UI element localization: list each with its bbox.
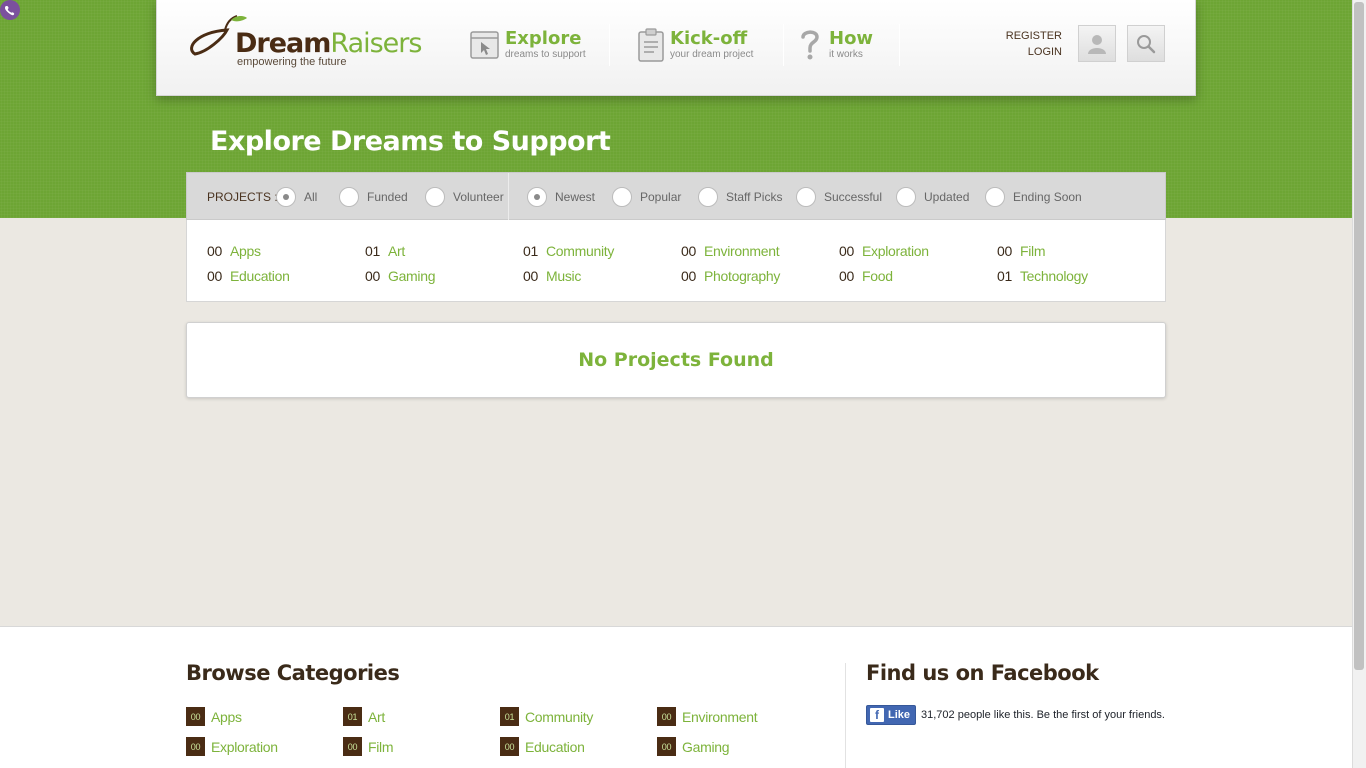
sort-successful-radio[interactable]: Successful — [796, 187, 882, 207]
nav-how[interactable]: How it works — [800, 28, 890, 68]
projects-filter-label: PROJECTS : — [207, 190, 278, 204]
sort-newest-radio[interactable]: Newest — [527, 187, 595, 207]
radio-unchecked-icon — [796, 187, 816, 207]
viber-icon[interactable] — [0, 0, 20, 20]
project-filter-bar: PROJECTS : All Funded Volunteer Newest P… — [186, 172, 1166, 220]
radio-unchecked-icon — [698, 187, 718, 207]
footer-divider — [845, 663, 846, 768]
filter-divider — [508, 173, 509, 220]
radio-unchecked-icon — [612, 187, 632, 207]
logo-raisers-text: Raisers — [330, 28, 422, 59]
nav-separator — [899, 24, 900, 66]
radio-unchecked-icon — [339, 187, 359, 207]
radio-unchecked-icon — [425, 187, 445, 207]
search-icon — [1137, 34, 1156, 53]
no-projects-panel: No Projects Found — [186, 322, 1166, 398]
radio-checked-icon — [527, 187, 547, 207]
sort-staff-picks-radio[interactable]: Staff Picks — [698, 187, 782, 207]
facebook-like-count: 31,702 people like this. Be the first of… — [921, 709, 1165, 721]
facebook-like-button[interactable]: f Like — [866, 705, 917, 725]
login-link[interactable]: LOGIN — [1028, 46, 1062, 58]
logo[interactable]: DreamRaisers empowering the future — [187, 14, 427, 70]
filter-volunteer-radio[interactable]: Volunteer — [425, 187, 504, 207]
footer-category-exploration[interactable]: 00 Exploration — [186, 737, 278, 756]
category-apps[interactable]: 00 Apps — [207, 243, 261, 259]
scrollbar-thumb[interactable] — [1354, 2, 1364, 670]
category-photography[interactable]: 00 Photography — [681, 268, 780, 284]
footer-category-art[interactable]: 01 Art — [343, 707, 385, 726]
category-environment[interactable]: 00 Environment — [681, 243, 780, 259]
vertical-scrollbar[interactable] — [1352, 0, 1366, 768]
facebook-heading: Find us on Facebook — [866, 661, 1099, 685]
browse-categories-heading: Browse Categories — [186, 661, 400, 685]
nav-separator — [609, 24, 610, 66]
facebook-like-widget: f Like 31,702 people like this. Be the f… — [866, 705, 1165, 725]
category-art[interactable]: 01 Art — [365, 243, 405, 259]
question-mark-icon — [801, 30, 819, 60]
sort-popular-radio[interactable]: Popular — [612, 187, 681, 207]
category-exploration[interactable]: 00 Exploration — [839, 243, 929, 259]
radio-unchecked-icon — [985, 187, 1005, 207]
category-education[interactable]: 00 Education — [207, 268, 290, 284]
nav-explore[interactable]: Explore dreams to support — [470, 28, 600, 68]
category-community[interactable]: 01 Community — [523, 243, 614, 259]
page-title: Explore Dreams to Support — [210, 126, 611, 157]
register-link[interactable]: REGISTER — [1006, 30, 1062, 42]
site-header: DreamRaisers empowering the future Explo… — [156, 0, 1196, 96]
nav-explore-subtitle: dreams to support — [505, 49, 586, 60]
user-icon — [1088, 34, 1106, 54]
logo-dream-text: Dream — [235, 28, 331, 59]
footer-category-education[interactable]: 00 Education — [500, 737, 585, 756]
nav-separator — [783, 24, 784, 66]
footer-category-apps[interactable]: 00 Apps — [186, 707, 242, 726]
browser-cursor-icon — [470, 31, 499, 59]
category-gaming[interactable]: 00 Gaming — [365, 268, 436, 284]
nav-kickoff-subtitle: your dream project — [670, 49, 754, 60]
nav-explore-title: Explore — [505, 28, 582, 49]
nav-how-title: How — [829, 28, 874, 49]
search-button[interactable] — [1127, 25, 1165, 62]
logo-tagline: empowering the future — [237, 56, 347, 68]
site-footer: Browse Categories 00 Apps 01 Art 01 Communi… — [0, 626, 1352, 768]
user-account-button[interactable] — [1078, 25, 1116, 62]
footer-category-gaming[interactable]: 00 Gaming — [657, 737, 730, 756]
category-food[interactable]: 00 Food — [839, 268, 893, 284]
radio-unchecked-icon — [896, 187, 916, 207]
footer-category-environment[interactable]: 00 Environment — [657, 707, 758, 726]
category-technology[interactable]: 01 Technology — [997, 268, 1088, 284]
nav-kickoff-title: Kick-off — [670, 28, 748, 49]
filter-all-radio[interactable]: All — [276, 187, 317, 207]
facebook-icon: f — [870, 708, 884, 722]
nav-kickoff[interactable]: Kick-off your dream project — [638, 28, 768, 68]
sort-ending-soon-radio[interactable]: Ending Soon — [985, 187, 1082, 207]
no-projects-message: No Projects Found — [578, 349, 774, 371]
category-film[interactable]: 00 Film — [997, 243, 1046, 259]
nav-how-subtitle: it works — [829, 49, 863, 60]
footer-category-film[interactable]: 00 Film — [343, 737, 394, 756]
footer-category-community[interactable]: 01 Community — [500, 707, 593, 726]
filter-funded-radio[interactable]: Funded — [339, 187, 408, 207]
radio-checked-icon — [276, 187, 296, 207]
clipboard-icon — [638, 28, 664, 62]
category-filter-panel: 00 Apps 01 Art 01 Community 00 Environment 0… — [186, 220, 1166, 302]
sort-updated-radio[interactable]: Updated — [896, 187, 969, 207]
category-music[interactable]: 00 Music — [523, 268, 581, 284]
